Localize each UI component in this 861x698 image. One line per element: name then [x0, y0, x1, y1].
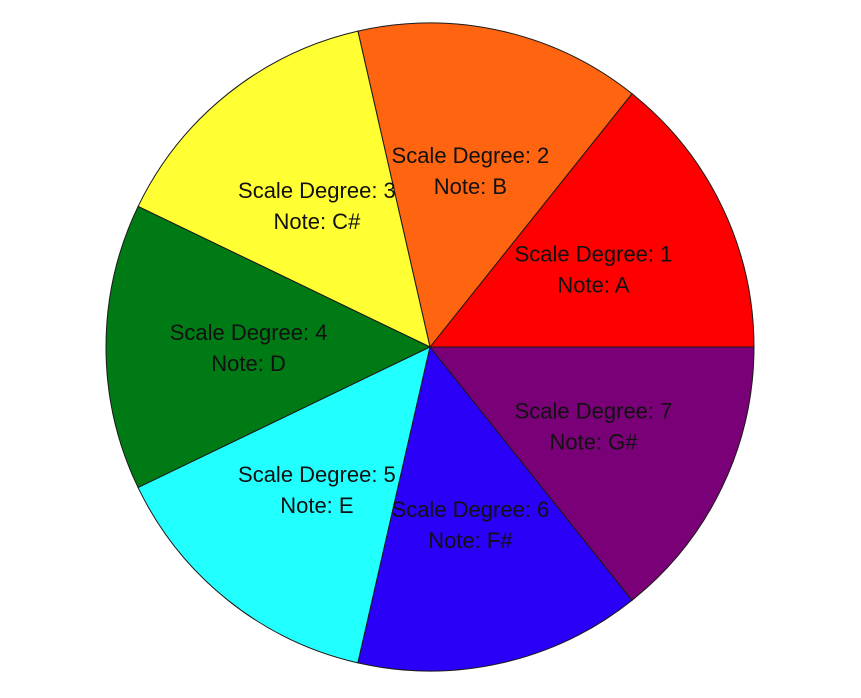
- slice-note-text: Note: E: [280, 493, 353, 518]
- slice-degree-text: Scale Degree: 4: [170, 320, 328, 345]
- slice-degree-text: Scale Degree: 7: [515, 399, 673, 424]
- slice-note-text: Note: B: [434, 174, 507, 199]
- slice-degree-text: Scale Degree: 6: [392, 497, 550, 522]
- slice-degree-text: Scale Degree: 3: [238, 178, 396, 203]
- slice-note-text: Note: A: [557, 272, 629, 297]
- scale-degree-pie-chart: Scale Degree: 1 Note: A Scale Degree: 2 Not…: [105, 22, 755, 672]
- pie-slices: [105, 22, 755, 672]
- slice-degree-text: Scale Degree: 1: [515, 241, 673, 266]
- slice-note-text: Note: C#: [273, 209, 361, 234]
- slice-degree-text: Scale Degree: 5: [238, 462, 396, 487]
- slice-degree-text: Scale Degree: 2: [392, 143, 550, 168]
- slice-note-text: Note: D: [211, 351, 286, 376]
- slice-note-text: Note: F#: [428, 528, 513, 553]
- slice-note-text: Note: G#: [549, 430, 638, 455]
